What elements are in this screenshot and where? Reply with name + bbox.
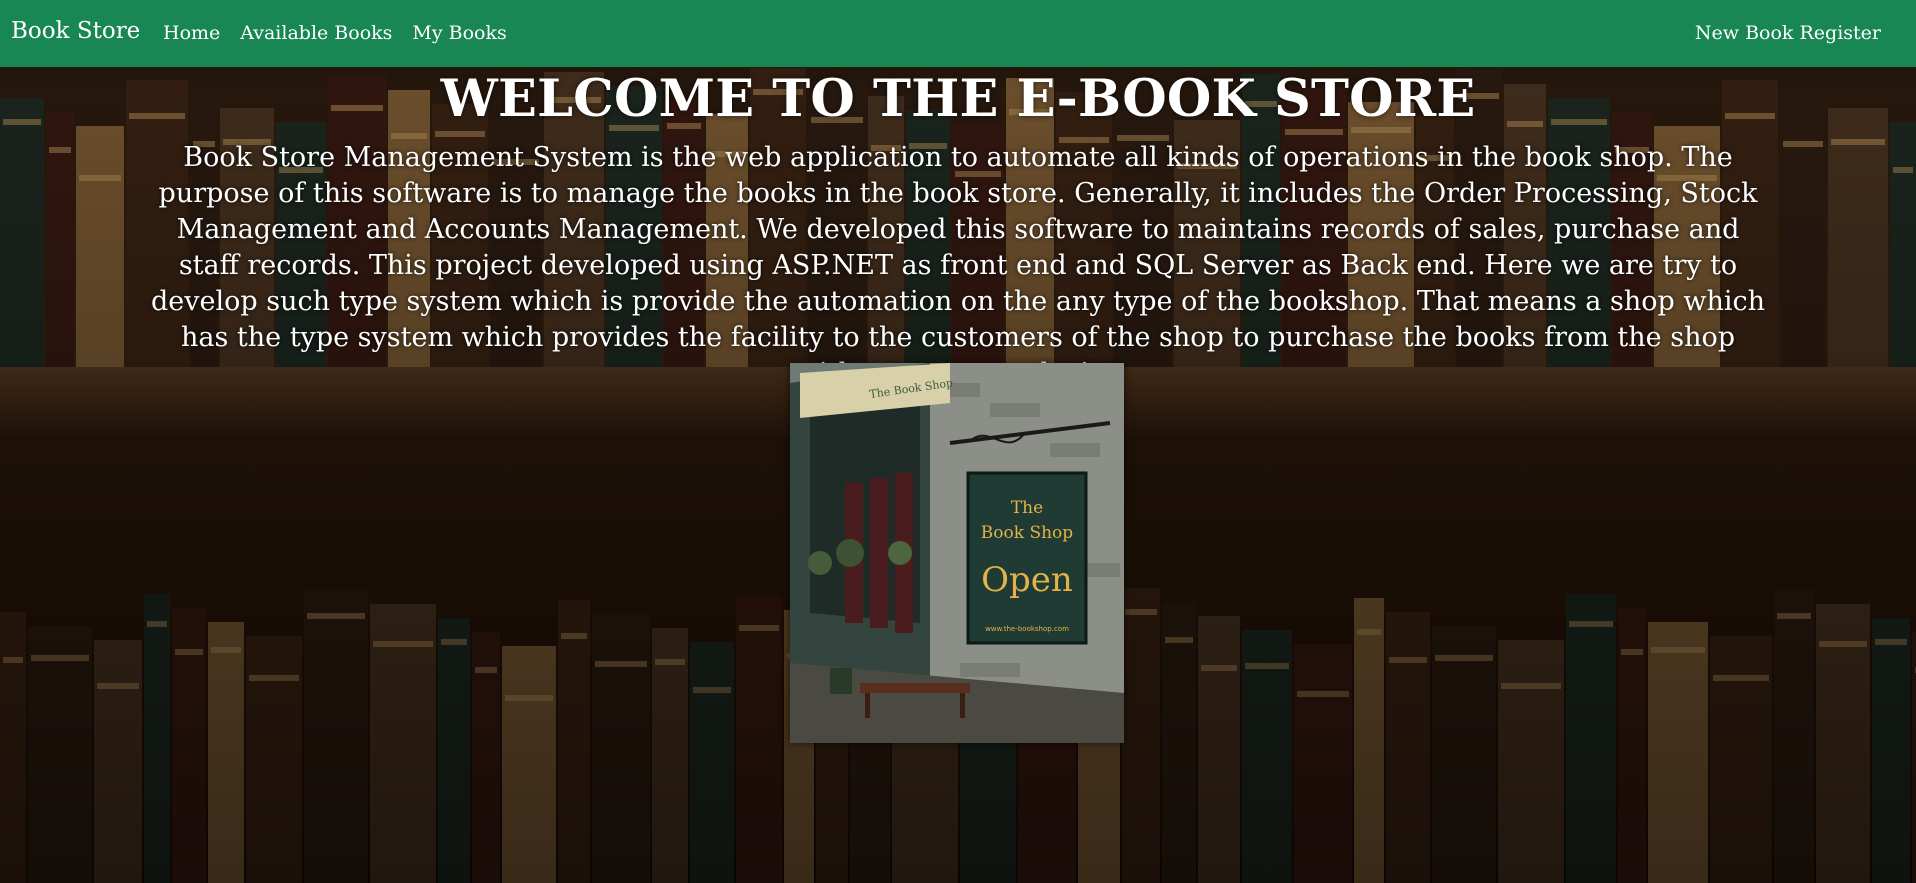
bookshop-image: The Book Shop The Book Shop Open www.the… (790, 363, 1124, 743)
sign-text-url: www.the-bookshop.com (985, 625, 1069, 633)
nav-link-new-book-register[interactable]: New Book Register (1695, 20, 1881, 46)
nav-links: Home Available Books My Books (163, 20, 507, 46)
brand-link[interactable]: Book Store (11, 15, 140, 48)
sign-text-bookshop: Book Shop (981, 523, 1073, 543)
nav-link-my-books[interactable]: My Books (412, 20, 506, 46)
nav-link-available-books[interactable]: Available Books (240, 20, 392, 46)
sign-text-the: The (1011, 498, 1043, 518)
nav-link-home[interactable]: Home (163, 20, 220, 46)
main-content: WELCOME TO THE E-BOOK STORE Book Store M… (0, 67, 1916, 883)
description-text: Book Store Management System is the web … (151, 142, 1765, 389)
page-title: WELCOME TO THE E-BOOK STORE (440, 69, 1476, 129)
sign-text-open: Open (981, 560, 1073, 600)
top-navbar: Book Store Home Available Books My Books… (0, 0, 1916, 67)
